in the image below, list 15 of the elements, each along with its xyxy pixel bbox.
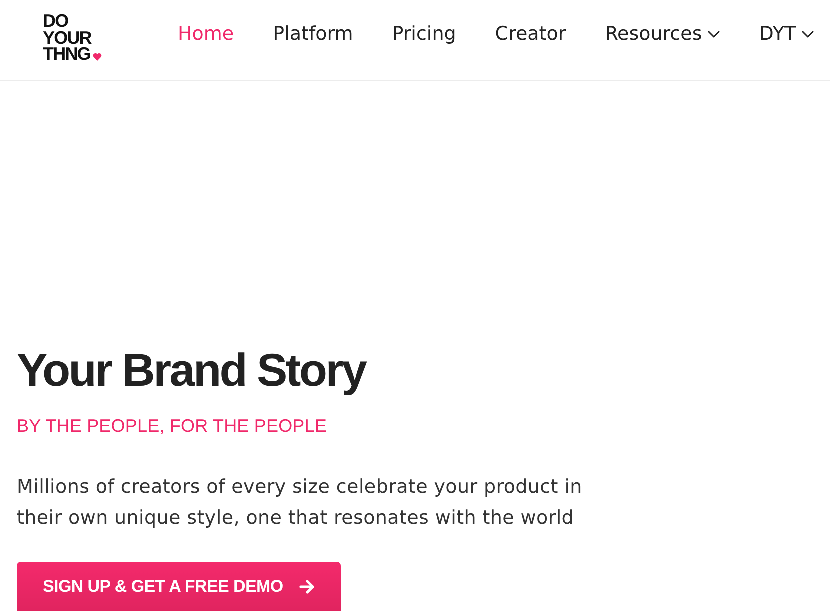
caret-icon bbox=[708, 30, 720, 38]
arrow-right-icon bbox=[299, 579, 316, 595]
hero-description: Millions of creators of every size celebrate your product in their own unique style, one that resonates with the world bbox=[17, 475, 584, 531]
hero-tagline: BY THE PEOPLE, FOR THE PEOPLE bbox=[17, 415, 328, 438]
caret-icon bbox=[802, 30, 814, 38]
heart-icon bbox=[93, 52, 102, 61]
nav-link[interactable]: Creator bbox=[495, 23, 566, 45]
nav-link[interactable]: Pricing bbox=[392, 23, 456, 45]
nav-link[interactable]: Platform bbox=[273, 23, 354, 45]
nav-link[interactable]: Resources bbox=[605, 23, 720, 45]
demo-signup-button[interactable]: SIGN UP & GET A FREE DEMO bbox=[17, 562, 341, 611]
nav-link[interactable]: DYT bbox=[759, 23, 814, 45]
hero-title: Your Brand Story bbox=[17, 344, 368, 396]
nav-link[interactable]: Home bbox=[178, 23, 234, 45]
logo-link[interactable]: DO YOUR THNG bbox=[43, 13, 109, 63]
